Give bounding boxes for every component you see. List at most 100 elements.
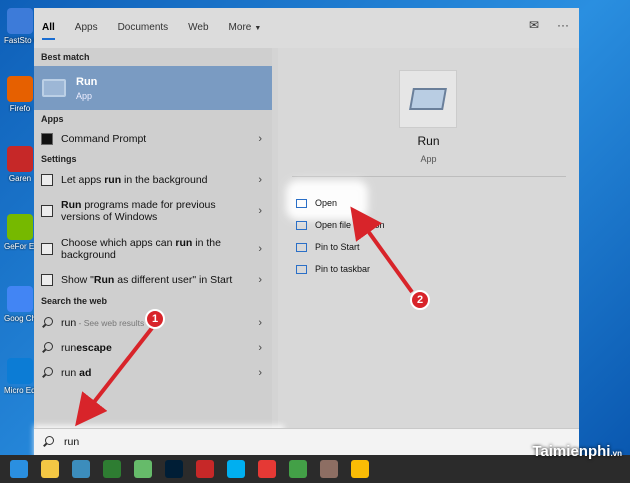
settings-icon xyxy=(41,174,53,186)
skype-icon[interactable] xyxy=(227,460,245,478)
desktop-shortcut-label: Micro Edge xyxy=(4,386,36,395)
label-match: run xyxy=(61,316,77,329)
tab-label: Apps xyxy=(74,22,98,33)
taskbar-app-icon[interactable] xyxy=(258,460,276,478)
label-match: run xyxy=(61,341,77,354)
results-list: Best match Run App Apps Command Prompt › Setti… xyxy=(34,48,272,428)
step-badge-2: 2 xyxy=(410,290,430,310)
desktop-app-icon xyxy=(7,8,33,34)
label-match: run xyxy=(61,366,77,379)
file-explorer-icon[interactable] xyxy=(41,460,59,478)
taskbar-app-icon[interactable] xyxy=(320,460,338,478)
more-options-icon[interactable]: ··· xyxy=(557,18,569,32)
tab-apps[interactable]: Apps xyxy=(75,8,98,48)
chevron-right-icon[interactable]: › xyxy=(258,367,262,379)
chrome-icon[interactable] xyxy=(351,460,369,478)
chevron-right-icon[interactable]: › xyxy=(258,243,262,255)
section-best-match: Best match xyxy=(41,52,90,62)
desktop-app-icon xyxy=(7,146,33,172)
list-item-setting[interactable]: Choose which apps can run in the backgro… xyxy=(34,230,272,268)
taskbar-app-icon[interactable] xyxy=(103,460,121,478)
action-pin-to-taskbar[interactable]: Pin to taskbar xyxy=(296,264,370,274)
desktop-shortcut-label: Firefo xyxy=(9,104,31,113)
label-suffix: programs made for previous versions of W… xyxy=(61,199,216,223)
list-item-label: Show "Run as different user" in Start xyxy=(61,274,232,286)
chevron-right-icon[interactable]: › xyxy=(258,174,262,186)
chevron-right-icon[interactable]: › xyxy=(258,274,262,286)
search-input[interactable] xyxy=(64,436,364,448)
tab-label: Web xyxy=(188,22,209,33)
action-icon xyxy=(296,220,307,230)
taskbar-app-icon[interactable] xyxy=(134,460,152,478)
label-suffix: escape xyxy=(76,341,112,354)
action-label: Open file location xyxy=(315,220,385,230)
step-badge-1: 1 xyxy=(145,309,165,329)
list-item-setting[interactable]: Run programs made for previous versions … xyxy=(34,192,272,230)
search-icon xyxy=(42,436,54,448)
search-box[interactable] xyxy=(34,428,579,455)
chevron-right-icon[interactable]: › xyxy=(258,342,262,354)
section-apps: Apps xyxy=(41,114,64,124)
desktop-shortcut-label: Goog Chron xyxy=(4,314,36,323)
start-icon[interactable] xyxy=(10,460,28,478)
section-settings: Settings xyxy=(41,154,77,164)
desktop-shortcut[interactable]: Goog Chron xyxy=(4,286,36,323)
action-pin-to-start[interactable]: Pin to Start xyxy=(296,242,360,252)
desktop-app-icon xyxy=(7,286,33,312)
label-prefix: Let apps xyxy=(61,174,105,186)
photoshop-icon[interactable] xyxy=(165,460,183,478)
desktop-shortcut[interactable]: Firefo xyxy=(4,76,36,113)
list-item-web-result[interactable]: runescape › xyxy=(34,335,272,360)
tab-label: More xyxy=(228,22,252,33)
label-suffix: in the background xyxy=(121,174,208,186)
start-search-panel: All Apps Documents Web More ▼ ✉ ··· Best match R… xyxy=(34,8,579,455)
desktop-shortcut-label: GeFor Experie xyxy=(4,242,36,251)
label-prefix: Choose which apps can xyxy=(61,237,176,249)
feedback-icon[interactable]: ✉ xyxy=(529,18,539,32)
list-item-label: runescape xyxy=(61,342,112,354)
tab-more[interactable]: More ▼ xyxy=(229,8,262,48)
tab-web[interactable]: Web xyxy=(188,8,208,48)
settings-icon xyxy=(41,274,53,286)
chevron-right-icon[interactable]: › xyxy=(258,133,262,145)
taskbar-app-icon[interactable] xyxy=(196,460,214,478)
run-app-icon xyxy=(399,70,457,128)
list-item-label: Choose which apps can run in the backgro… xyxy=(61,237,252,261)
action-label: Pin to taskbar xyxy=(315,264,371,274)
best-match-run[interactable]: Run App xyxy=(34,66,272,110)
list-item-web-result[interactable]: run ad › xyxy=(34,360,272,385)
desktop-app-icon xyxy=(7,358,33,384)
list-item-label: run - See web results xyxy=(61,317,144,329)
tab-label: Documents xyxy=(117,22,169,33)
chevron-right-icon[interactable]: › xyxy=(258,205,262,217)
tab-documents[interactable]: Documents xyxy=(118,8,169,48)
label-match: Run xyxy=(61,199,82,211)
run-app-icon xyxy=(42,79,66,97)
search-tabs: All Apps Documents Web More ▼ ✉ ··· xyxy=(34,8,579,48)
desktop-shortcut-label: FastSto Captu xyxy=(4,36,36,45)
preview-subtitle: App xyxy=(420,154,437,164)
chevron-right-icon[interactable]: › xyxy=(258,317,262,329)
desktop-app-icon xyxy=(7,214,33,240)
action-icon xyxy=(296,264,307,274)
label-match: run xyxy=(175,237,193,249)
list-item-command-prompt[interactable]: Command Prompt › xyxy=(34,128,272,150)
desktop-shortcut[interactable]: FastSto Captu xyxy=(4,8,36,45)
action-open[interactable]: Open xyxy=(296,198,337,208)
desktop-shortcut[interactable]: Garen xyxy=(4,146,36,183)
label-suffix: as different user" in Start xyxy=(114,274,233,286)
tab-all[interactable]: All xyxy=(42,8,55,48)
list-item-setting[interactable]: Show "Run as different user" in Start › xyxy=(34,268,272,292)
desktop-shortcut[interactable]: Micro Edge xyxy=(4,358,36,395)
desktop-shortcut[interactable]: GeFor Experie xyxy=(4,214,36,251)
chevron-down-icon: ▼ xyxy=(254,25,262,32)
action-icon xyxy=(296,198,307,208)
settings-icon xyxy=(41,205,53,217)
divider xyxy=(292,176,566,177)
action-open-file-location[interactable]: Open file location xyxy=(296,220,385,230)
command-prompt-icon xyxy=(41,133,53,145)
tab-label: All xyxy=(42,22,55,33)
taskbar-app-icon[interactable] xyxy=(72,460,90,478)
list-item-setting[interactable]: Let apps run in the background › xyxy=(34,168,272,192)
taskbar-app-icon[interactable] xyxy=(289,460,307,478)
